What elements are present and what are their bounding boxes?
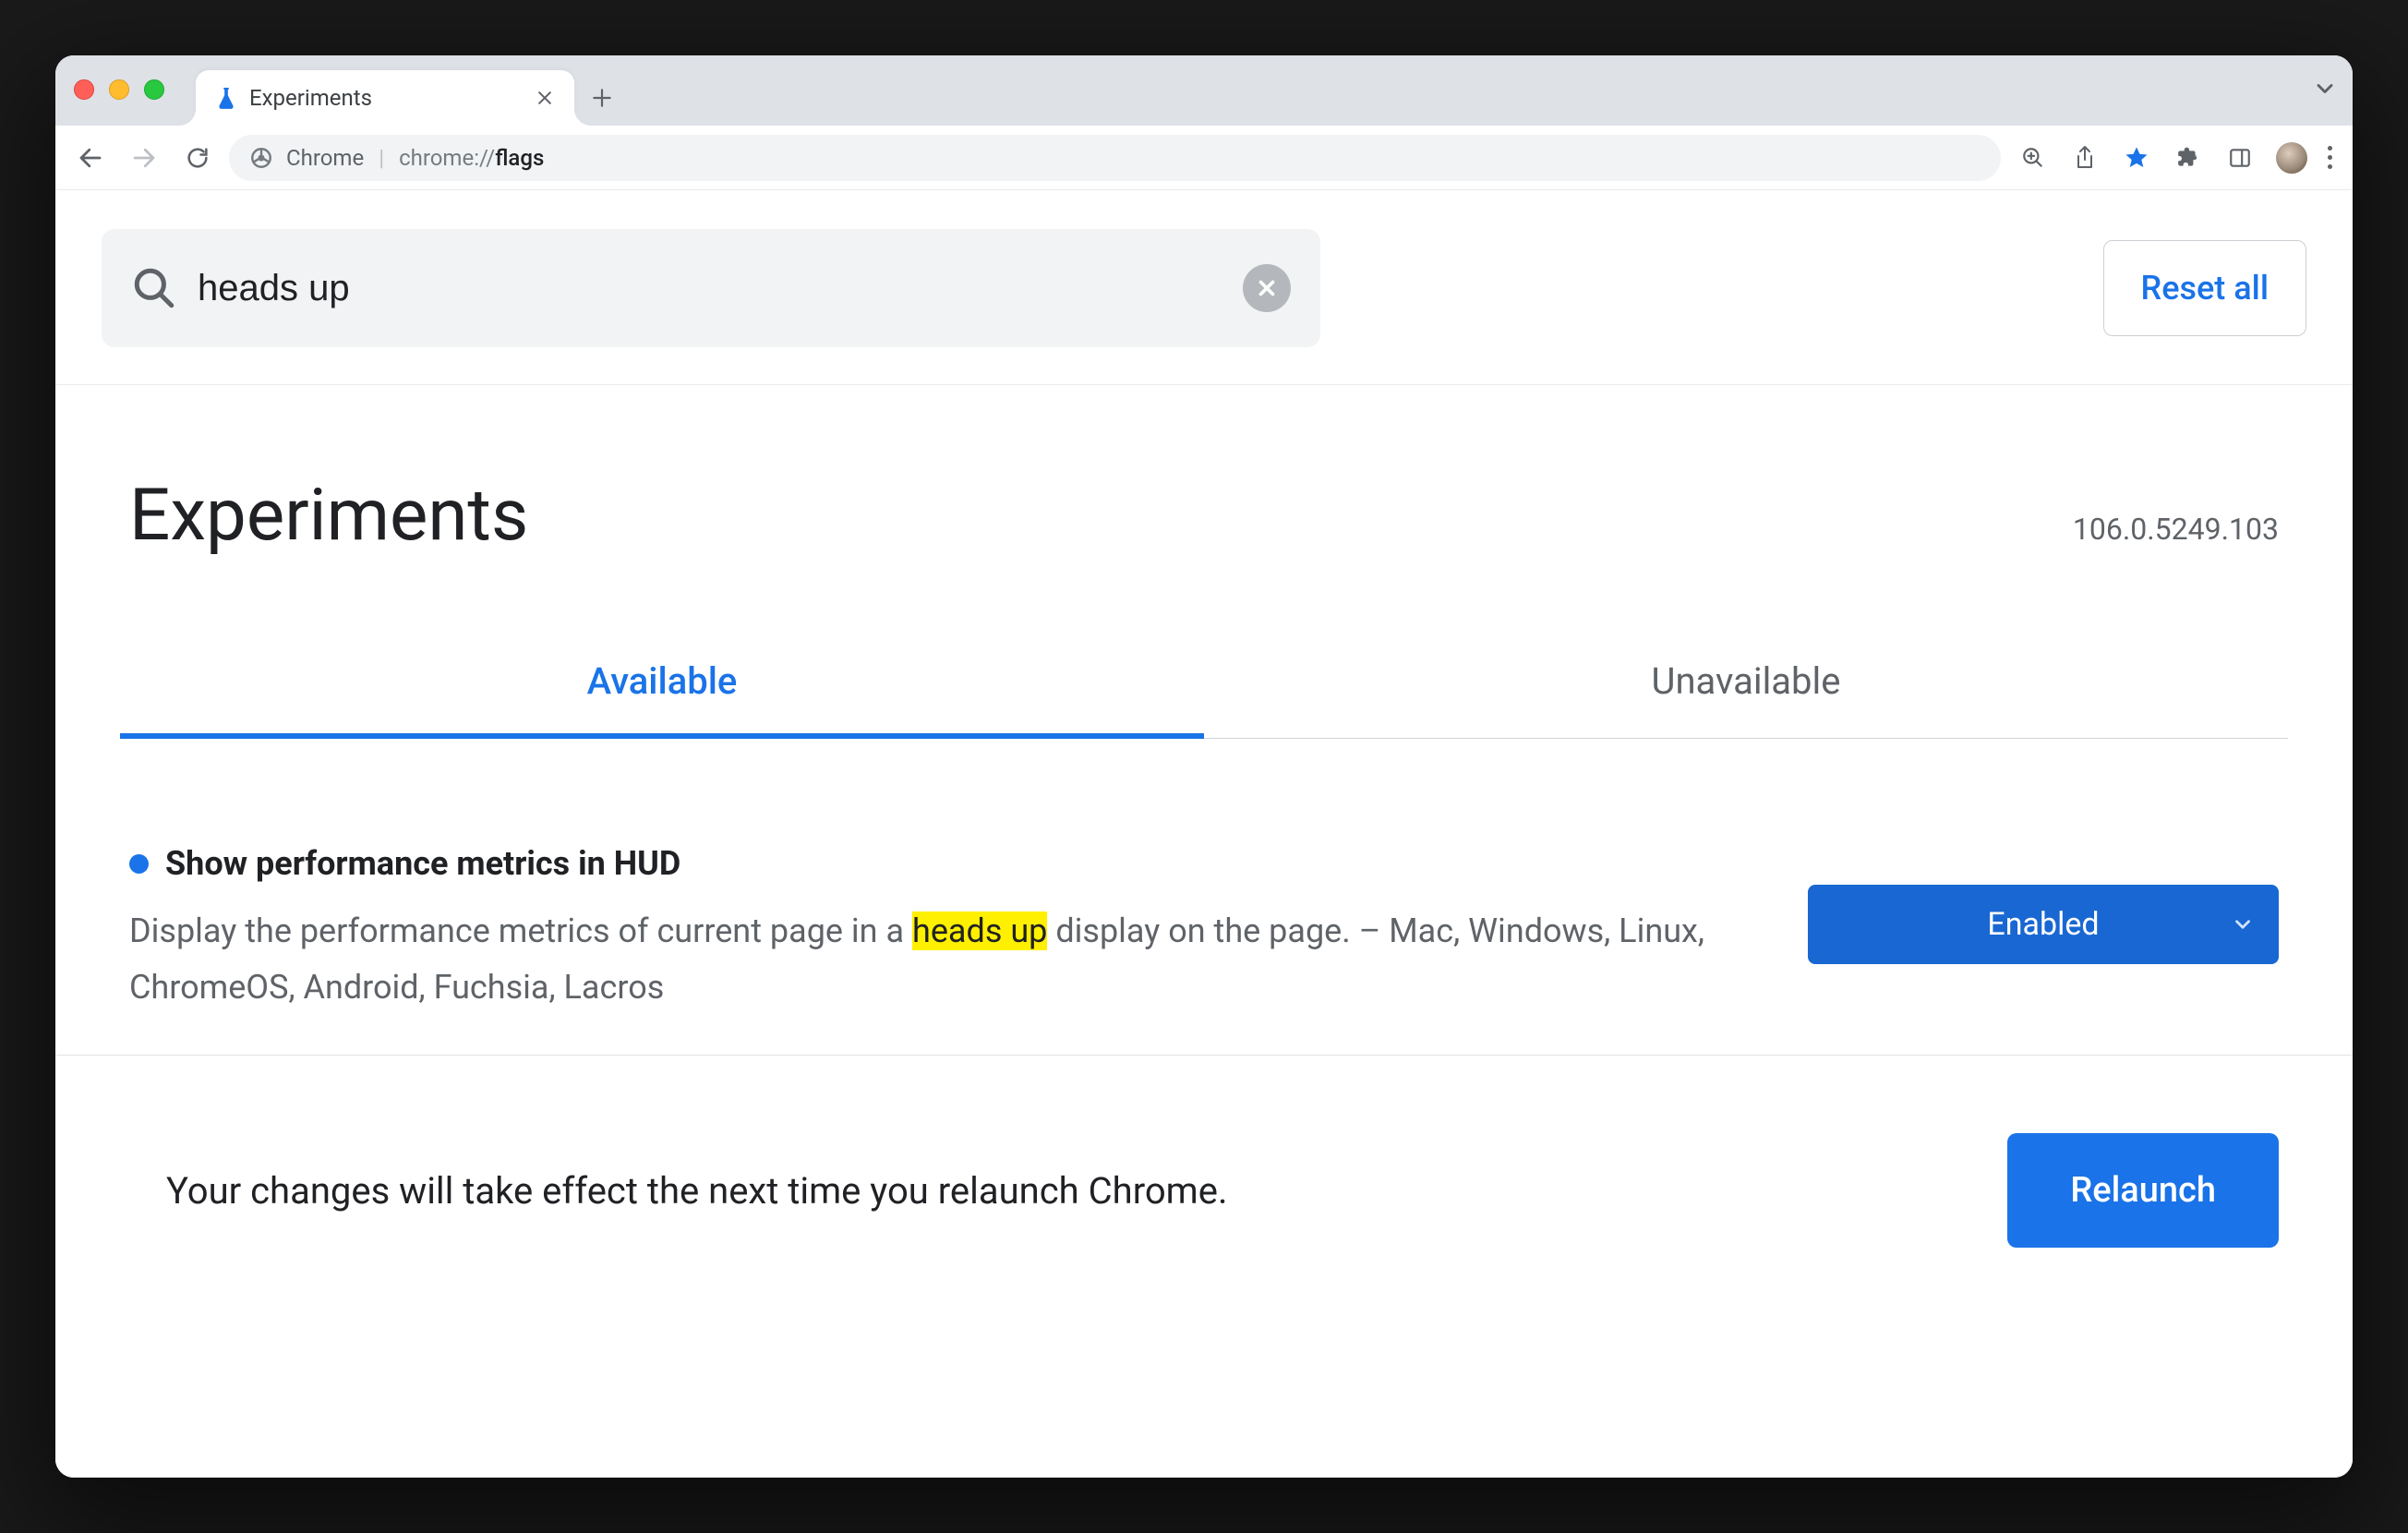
tab-unavailable[interactable]: Unavailable <box>1204 659 2288 738</box>
relaunch-button[interactable]: Relaunch <box>2007 1133 2279 1248</box>
flag-title-line: Show performance metrics in HUD <box>129 844 1752 883</box>
minimize-window-button[interactable] <box>109 79 129 100</box>
tabstrip-chevron-icon[interactable] <box>2312 76 2338 102</box>
extensions-icon[interactable] <box>2173 142 2204 174</box>
tab-available[interactable]: Available <box>120 659 1204 738</box>
search-icon <box>131 265 177 311</box>
omnibox-chip-label: Chrome <box>286 145 364 171</box>
menu-button[interactable] <box>2328 146 2332 169</box>
address-bar[interactable]: Chrome | chrome://flags <box>229 135 2001 181</box>
flag-state-select[interactable]: Enabled <box>1808 885 2279 964</box>
profile-avatar[interactable] <box>2276 142 2307 174</box>
search-field[interactable] <box>102 229 1320 347</box>
page-content: Reset all Experiments 106.0.5249.103 Ava… <box>55 190 2353 1478</box>
close-window-button[interactable] <box>74 79 94 100</box>
tab-close-icon[interactable] <box>536 89 554 107</box>
back-button[interactable] <box>68 136 113 180</box>
maximize-window-button[interactable] <box>144 79 164 100</box>
forward-button[interactable] <box>122 136 166 180</box>
page-title: Experiments <box>129 474 528 558</box>
browser-window: Experiments <box>55 55 2353 1478</box>
omnibox-divider: | <box>379 145 384 171</box>
browser-tab[interactable]: Experiments <box>196 70 574 126</box>
clear-search-button[interactable] <box>1243 264 1291 312</box>
reload-button[interactable] <box>175 136 220 180</box>
flag-desc-pre: Display the performance metrics of curre… <box>129 911 912 950</box>
search-input[interactable] <box>198 268 1222 309</box>
reset-all-button[interactable]: Reset all <box>2103 240 2306 336</box>
toolbar: Chrome | chrome://flags <box>55 126 2353 190</box>
toolbar-actions <box>2010 142 2340 174</box>
bookmark-star-icon[interactable] <box>2121 142 2152 174</box>
window-controls <box>74 79 164 100</box>
tab-title: Experiments <box>249 85 372 111</box>
site-info-icon[interactable] <box>249 146 273 170</box>
footer-message: Your changes will take effect the next t… <box>166 1169 1228 1213</box>
flag-description: Display the performance metrics of curre… <box>129 903 1752 1016</box>
search-row: Reset all <box>55 190 2353 385</box>
chevron-down-icon <box>2231 912 2255 936</box>
modified-dot-icon <box>129 854 149 874</box>
zoom-icon[interactable] <box>2017 142 2049 174</box>
url-scheme: chrome:// <box>399 145 495 171</box>
tabs-row: Available Unavailable <box>120 659 2288 739</box>
titlebar: Experiments <box>55 55 2353 126</box>
flag-state-value: Enabled <box>1987 906 2099 943</box>
flag-row: Show performance metrics in HUD Display … <box>55 739 2353 1016</box>
share-icon[interactable] <box>2069 142 2101 174</box>
header-row: Experiments 106.0.5249.103 <box>55 385 2353 558</box>
sidepanel-icon[interactable] <box>2224 142 2256 174</box>
footer-row: Your changes will take effect the next t… <box>55 1056 2353 1248</box>
flag-title: Show performance metrics in HUD <box>165 844 680 883</box>
version-label: 106.0.5249.103 <box>2073 512 2279 547</box>
flask-icon <box>216 86 236 110</box>
search-highlight: heads up <box>912 911 1047 950</box>
url-path: flags <box>495 145 544 171</box>
